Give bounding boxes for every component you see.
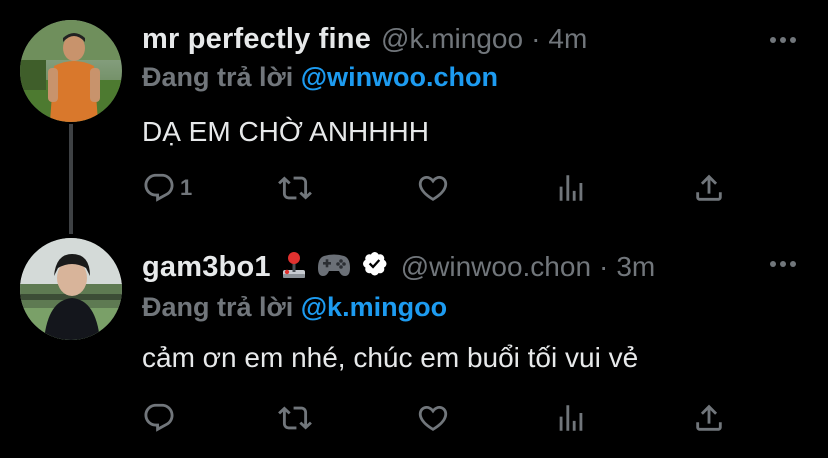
retweet-button[interactable] bbox=[278, 400, 312, 436]
verified-icon[interactable] bbox=[361, 250, 391, 285]
gamepad-emoji bbox=[317, 252, 351, 283]
analytics-button[interactable] bbox=[554, 400, 588, 436]
tweet-text: cảm ơn em nhé, chúc em buổi tối vui vẻ bbox=[142, 342, 639, 373]
mention-link[interactable]: @k.mingoo bbox=[301, 292, 447, 322]
share-icon bbox=[692, 171, 726, 205]
analytics-button[interactable] bbox=[554, 170, 588, 206]
like-icon bbox=[416, 401, 450, 435]
retweet-button[interactable] bbox=[278, 170, 312, 206]
tweet-header: mr perfectly fine @k.mingoo · 4m bbox=[142, 20, 587, 58]
tweet-text: DẠ EM CHỜ ANHHHH bbox=[142, 116, 429, 147]
replying-to-label: Đang trả lời bbox=[142, 292, 294, 322]
display-name[interactable]: gam3bo1 bbox=[142, 251, 271, 284]
analytics-icon bbox=[554, 171, 588, 205]
more-icon[interactable] bbox=[766, 30, 800, 50]
handle[interactable]: @k.mingoo bbox=[381, 23, 523, 55]
avatar[interactable] bbox=[20, 20, 122, 122]
replying-to: Đang trả lời @winwoo.chon bbox=[142, 62, 498, 93]
reply-button[interactable] bbox=[142, 400, 180, 436]
timestamp[interactable]: 3m bbox=[616, 251, 655, 283]
avatar[interactable] bbox=[20, 238, 122, 340]
reply-button[interactable]: 1 bbox=[142, 170, 192, 206]
replying-to-label: Đang trả lời bbox=[142, 62, 294, 92]
reply-icon bbox=[142, 401, 176, 435]
separator: · bbox=[531, 23, 541, 54]
action-bar bbox=[142, 400, 722, 436]
display-name[interactable]: mr perfectly fine bbox=[142, 23, 371, 56]
action-bar: 1 bbox=[142, 170, 722, 206]
replying-to: Đang trả lời @k.mingoo bbox=[142, 292, 447, 323]
share-button[interactable] bbox=[692, 400, 726, 436]
joystick-emoji bbox=[281, 250, 307, 285]
reply-icon bbox=[142, 171, 176, 205]
reply-count: 1 bbox=[180, 175, 193, 200]
like-icon bbox=[416, 171, 450, 205]
tweet-header: gam3bo1 @winwoo.chon · 3m bbox=[142, 248, 655, 286]
separator: · bbox=[599, 251, 609, 282]
retweet-icon bbox=[278, 171, 312, 205]
retweet-icon bbox=[278, 401, 312, 435]
like-button[interactable] bbox=[416, 400, 450, 436]
share-button[interactable] bbox=[692, 170, 726, 206]
tweet[interactable]: mr perfectly fine @k.mingoo · 4m Đang tr… bbox=[0, 0, 828, 234]
handle[interactable]: @winwoo.chon bbox=[401, 251, 591, 283]
thread-line bbox=[69, 124, 73, 234]
mention-link[interactable]: @winwoo.chon bbox=[301, 62, 498, 92]
timestamp[interactable]: 4m bbox=[548, 23, 587, 55]
analytics-icon bbox=[554, 401, 588, 435]
like-button[interactable] bbox=[416, 170, 450, 206]
more-icon[interactable] bbox=[766, 254, 800, 274]
tweet[interactable]: gam3bo1 @winwoo.chon · 3m Đang trả lời @… bbox=[0, 222, 828, 458]
share-icon bbox=[692, 401, 726, 435]
